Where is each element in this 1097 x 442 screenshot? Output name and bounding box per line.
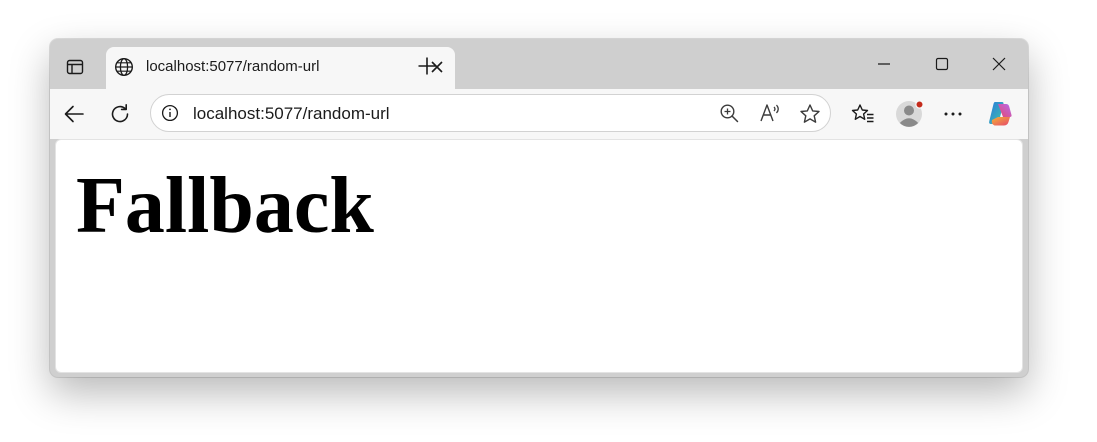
tab-strip: localhost:5077/random-url (50, 39, 1028, 89)
minimize-icon (876, 56, 892, 72)
url-text[interactable]: localhost:5077/random-url (193, 104, 390, 124)
profile-avatar[interactable] (895, 99, 925, 129)
favorite-star-icon[interactable] (799, 103, 821, 125)
browser-window: localhost:5077/random-url localhost:5077… (50, 39, 1028, 377)
globe-icon (113, 56, 135, 78)
page-heading: Fallback (76, 162, 374, 250)
more-button[interactable] (940, 101, 966, 127)
favorites-button[interactable] (850, 101, 876, 127)
back-icon (63, 103, 85, 125)
copilot-icon (985, 99, 1015, 129)
info-icon[interactable] (161, 104, 179, 122)
zoom-icon[interactable] (719, 103, 739, 123)
more-icon (942, 103, 964, 125)
maximize-button[interactable] (927, 51, 957, 77)
refresh-button[interactable] (107, 101, 133, 127)
refresh-icon (109, 103, 131, 125)
read-aloud-icon[interactable] (759, 103, 781, 123)
tab-actions-icon (66, 58, 84, 76)
favorites-icon (851, 103, 875, 125)
navigation-toolbar: localhost:5077/random-url (50, 89, 1028, 139)
tab-actions-button[interactable] (60, 53, 90, 81)
page-viewport: Fallback (55, 139, 1023, 373)
plus-icon (417, 56, 437, 76)
close-window-button[interactable] (984, 51, 1014, 77)
close-icon (991, 56, 1007, 72)
active-tab[interactable]: localhost:5077/random-url (106, 47, 455, 89)
tab-title: localhost:5077/random-url (146, 58, 320, 75)
minimize-button[interactable] (869, 51, 899, 77)
address-bar[interactable]: localhost:5077/random-url (150, 94, 831, 132)
back-button[interactable] (61, 101, 87, 127)
copilot-button[interactable] (985, 99, 1015, 129)
new-tab-button[interactable] (414, 53, 440, 79)
maximize-icon (934, 56, 950, 72)
